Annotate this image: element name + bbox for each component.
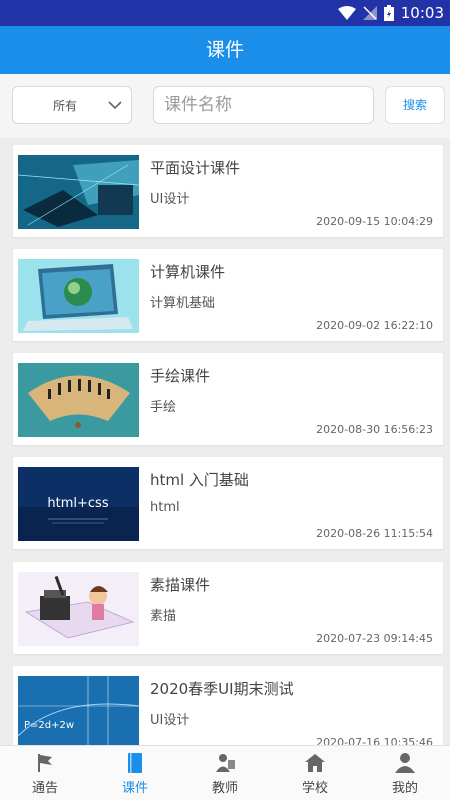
battery-icon <box>383 5 394 21</box>
nav-item-label: 课件 <box>121 781 148 796</box>
course-date: 2020-07-23 09:14:45 <box>316 632 433 645</box>
nav-item-school[interactable]: 学校 <box>270 746 360 800</box>
no-signal-icon <box>362 6 377 20</box>
search-button[interactable]: 搜索 <box>385 86 445 124</box>
course-card[interactable]: 手绘课件 手绘 2020-08-30 16:56:23 <box>13 353 443 445</box>
course-thumbnail: html+css <box>18 467 139 541</box>
course-list: 平面设计课件 UI设计 2020-09-15 10:04:29 计算机课件 计算… <box>0 138 450 745</box>
nav-item-label: 通告 <box>31 781 58 796</box>
course-card[interactable]: 平面设计课件 UI设计 2020-09-15 10:04:29 <box>13 145 443 237</box>
nav-item-label: 教师 <box>211 781 238 796</box>
course-title: 计算机课件 <box>150 263 226 281</box>
course-category: UI设计 <box>150 192 190 207</box>
course-card[interactable]: 计算机课件 计算机基础 2020-09-02 16:22:10 <box>13 249 443 341</box>
nav-item-notice[interactable]: 通告 <box>0 746 90 800</box>
status-bar: 10:03 <box>0 0 450 26</box>
course-card[interactable]: P=2d+2w 2020春季UI期末测试 UI设计 2020-07-16 10:… <box>13 666 443 745</box>
course-thumbnail <box>18 572 139 646</box>
bottom-nav: 通告 课件 教师 学校 我的 <box>0 745 450 800</box>
course-thumbnail: P=2d+2w <box>18 676 139 745</box>
course-thumbnail <box>18 259 139 333</box>
course-thumbnail <box>18 155 139 229</box>
nav-item-mine[interactable]: 我的 <box>360 746 450 800</box>
course-title: 2020春季UI期末测试 <box>150 680 294 698</box>
course-thumbnail <box>18 363 139 437</box>
course-thumbnail-text: P=2d+2w <box>24 720 74 731</box>
course-category: html <box>150 500 180 515</box>
course-date: 2020-08-30 16:56:23 <box>316 423 433 436</box>
school-icon <box>305 754 325 772</box>
nav-item-label: 我的 <box>391 781 418 796</box>
category-select-value: 所有 <box>53 99 78 113</box>
course-thumbnail-text: html+css <box>47 496 108 511</box>
nav-item-courseware[interactable]: 课件 <box>90 746 180 800</box>
wifi-icon <box>337 6 356 20</box>
book-icon <box>128 753 142 773</box>
page-title: 课件 <box>0 26 450 74</box>
course-date: 2020-09-15 10:04:29 <box>316 215 433 228</box>
course-category: 素描 <box>150 609 177 624</box>
user-icon <box>395 753 415 773</box>
search-input[interactable] <box>153 86 374 124</box>
course-card[interactable]: html+css html 入门基础 html 2020-08-26 11:15… <box>13 457 443 549</box>
flag-icon <box>38 754 52 772</box>
course-title: 平面设计课件 <box>150 159 241 177</box>
nav-item-label: 学校 <box>301 781 328 796</box>
nav-item-teacher[interactable]: 教师 <box>180 746 270 800</box>
course-date: 2020-09-02 16:22:10 <box>316 319 433 332</box>
course-card[interactable]: 素描课件 素描 2020-07-23 09:14:45 <box>13 562 443 654</box>
course-category: 计算机基础 <box>150 296 216 311</box>
category-select[interactable]: 所有 <box>12 86 132 124</box>
course-title: html 入门基础 <box>150 471 249 489</box>
course-category: 手绘 <box>150 400 177 415</box>
course-date: 2020-07-16 10:35:46 <box>316 736 433 745</box>
teacher-icon <box>216 754 235 772</box>
course-date: 2020-08-26 11:15:54 <box>316 527 433 540</box>
chevron-down-icon <box>108 101 122 110</box>
course-category: UI设计 <box>150 713 190 728</box>
course-title: 素描课件 <box>150 576 211 594</box>
filter-bar: 所有 搜索 <box>0 74 450 138</box>
course-title: 手绘课件 <box>150 367 211 385</box>
status-time: 10:03 <box>400 4 444 22</box>
